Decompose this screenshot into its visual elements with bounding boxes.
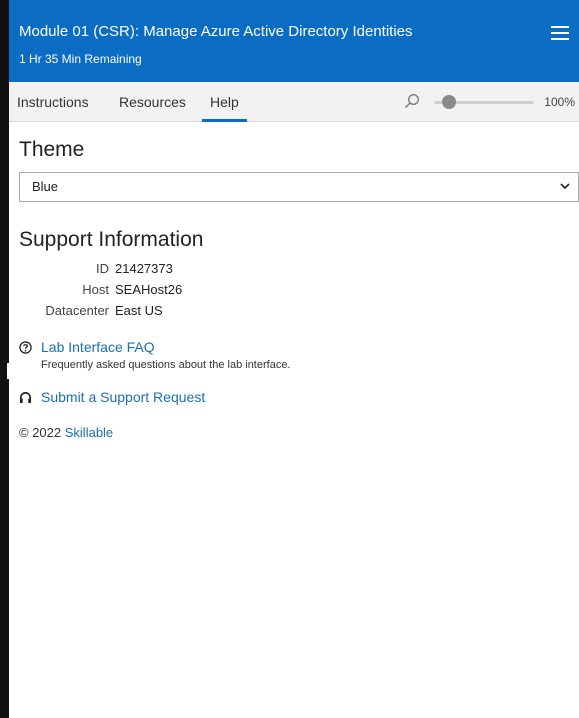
info-value: East US xyxy=(115,303,163,318)
zoom-icon xyxy=(405,94,419,108)
faq-link[interactable]: Lab Interface FAQ xyxy=(41,339,155,355)
info-row-datacenter: Datacenter East US xyxy=(19,300,579,321)
copyright-text: © 2022 xyxy=(19,425,62,440)
theme-heading: Theme xyxy=(19,138,85,161)
faq-description: Frequently asked questions about the lab… xyxy=(41,359,291,371)
info-row-host: Host SEAHost26 xyxy=(19,279,579,300)
tab-resources[interactable]: Resources xyxy=(119,82,186,122)
skillable-link[interactable]: Skillable xyxy=(65,425,113,440)
info-key: ID xyxy=(96,261,109,276)
help-content: Theme Blue Support Information ID 214273… xyxy=(9,138,579,440)
theme-select-value: Blue xyxy=(32,179,59,194)
info-row-id: ID 21427373 xyxy=(19,258,579,279)
zoom-control: 100% xyxy=(404,82,579,122)
tab-help[interactable]: Help xyxy=(202,82,247,122)
info-value: 21427373 xyxy=(115,261,173,276)
support-heading: Support Information xyxy=(19,228,204,251)
info-value: SEAHost26 xyxy=(115,282,183,297)
zoom-slider-thumb[interactable] xyxy=(442,95,456,109)
question-circle-icon xyxy=(19,341,32,354)
info-key: Datacenter xyxy=(45,303,109,318)
faq-block: Lab Interface FAQ Frequently asked quest… xyxy=(19,339,579,371)
support-request-block: Submit a Support Request xyxy=(19,389,579,407)
copyright: © 2022 Skillable xyxy=(19,425,579,440)
submit-support-request-link[interactable]: Submit a Support Request xyxy=(41,389,205,405)
chevron-down-icon xyxy=(560,183,570,190)
tab-bar: Instructions Resources Help 100% xyxy=(9,82,579,122)
lab-header: Module 01 (CSR): Manage Azure Active Dir… xyxy=(9,0,579,82)
lab-title: Module 01 (CSR): Manage Azure Active Dir… xyxy=(19,23,413,40)
time-remaining: 1 Hr 35 Min Remaining xyxy=(19,52,142,66)
window-left-edge xyxy=(0,0,9,718)
theme-select[interactable]: Blue xyxy=(19,172,579,202)
info-key: Host xyxy=(82,282,109,297)
menu-icon[interactable] xyxy=(551,26,569,40)
lab-panel: Module 01 (CSR): Manage Azure Active Dir… xyxy=(9,0,579,718)
tab-instructions[interactable]: Instructions xyxy=(17,82,89,122)
zoom-value: 100% xyxy=(544,95,575,109)
headset-icon xyxy=(19,392,32,404)
